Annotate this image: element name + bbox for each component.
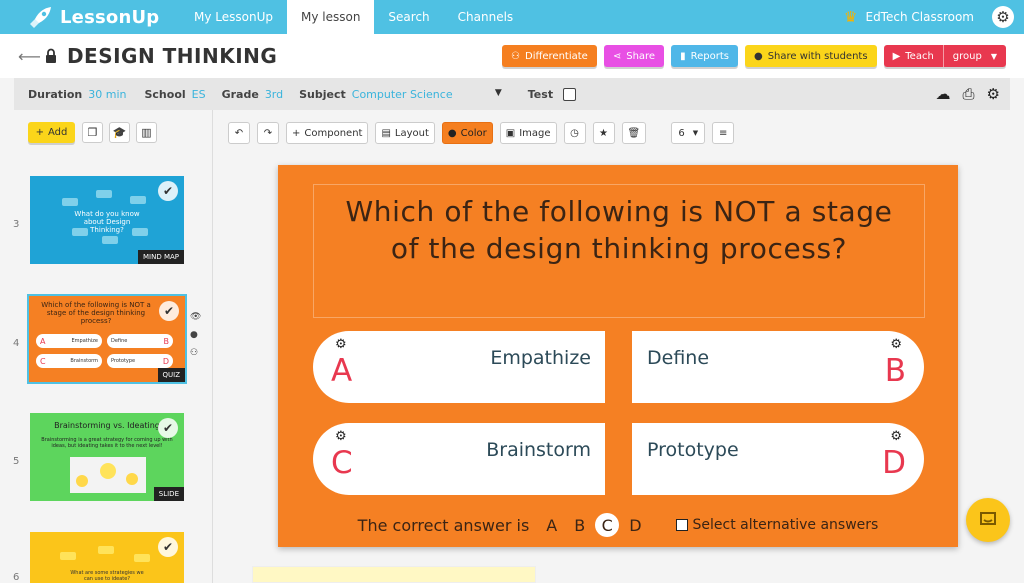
answer-option-a[interactable]: ⚙ A Empathize xyxy=(313,331,605,403)
graduation-cap-icon[interactable]: 🎓 xyxy=(109,122,130,143)
share-icon: ⋖ xyxy=(612,50,622,62)
correct-option-c-selected[interactable]: C xyxy=(595,513,620,537)
alternative-answers-label: Select alternative answers xyxy=(692,517,879,533)
settings-gear-icon[interactable]: ⚙ xyxy=(992,6,1014,28)
color-button[interactable]: ● Color xyxy=(441,122,493,144)
plus-icon: + xyxy=(35,127,44,138)
correct-answer-row: The correct answer is A B C D Select alt… xyxy=(278,513,958,537)
duplicate-icon[interactable]: ❐ xyxy=(82,122,103,143)
correct-answer-label: The correct answer is xyxy=(357,515,530,535)
slide-thumbnail-5[interactable]: Brainstorming vs. Ideating Brainstorming… xyxy=(30,413,184,501)
teach-button[interactable]: ▶ Teach xyxy=(883,45,943,67)
caret-down-icon: ▼ xyxy=(692,129,699,137)
duration-value[interactable]: 30 min xyxy=(88,88,126,101)
checkmark-icon[interactable]: ✔ xyxy=(158,181,178,201)
slide-thumbnail-6[interactable]: What are some strategies we can use to i… xyxy=(30,532,184,583)
checkmark-icon[interactable]: ✔ xyxy=(158,537,178,557)
subject-select[interactable]: Computer Science ▼ xyxy=(352,88,502,101)
sticky-note[interactable] xyxy=(252,566,536,583)
lesson-meta-bar: Duration 30 min School ES Grade 3rd Subj… xyxy=(14,78,1010,110)
lightbulb-image xyxy=(70,457,146,493)
share-with-students-button[interactable]: ● Share with students xyxy=(744,45,877,67)
sidebar-layout-icon[interactable]: ▥ xyxy=(136,122,157,143)
star-icon[interactable]: ★ xyxy=(592,122,615,144)
account-name[interactable]: EdTech Classroom xyxy=(865,10,974,24)
add-slide-button[interactable]: + Add xyxy=(28,122,75,143)
image-button[interactable]: ▣ Image xyxy=(499,122,557,144)
layout-icon: ▤ xyxy=(381,127,391,139)
differentiate-button[interactable]: ⚇ Differentiate xyxy=(502,45,597,67)
chat-button[interactable] xyxy=(966,498,1010,542)
slide-list-panel: + Add ❐ 🎓 ▥ 3 What do you know about Des… xyxy=(0,110,213,583)
slide-type-tag: SLIDE xyxy=(153,487,184,501)
differentiate-icon: ⚇ xyxy=(511,50,521,62)
correct-option-d[interactable]: D xyxy=(629,516,641,535)
question-text[interactable]: Which of the following is NOT a stage of… xyxy=(314,193,924,267)
correct-option-a[interactable]: A xyxy=(546,516,557,535)
chat-icon xyxy=(980,512,996,525)
crown-icon: ♛ xyxy=(844,8,858,26)
answer-option-c[interactable]: ⚙ C Brainstorm xyxy=(313,423,605,495)
answer-option-d[interactable]: ⚙ D Prototype xyxy=(632,423,924,495)
answer-option-b[interactable]: ⚙ B Define xyxy=(632,331,924,403)
question-text-box[interactable]: Which of the following is NOT a stage of… xyxy=(313,184,925,318)
grade-value[interactable]: 3rd xyxy=(265,88,283,101)
print-icon[interactable]: ⎙ xyxy=(963,85,975,103)
layout-button[interactable]: ▤ Layout xyxy=(375,122,435,144)
undo-icon[interactable]: ↶ xyxy=(228,122,250,144)
teach-split-button: ▶ Teach group ▼ xyxy=(883,45,1006,67)
gear-icon[interactable]: ⚙ xyxy=(890,429,902,444)
nav-tab-search[interactable]: Search xyxy=(374,0,443,34)
test-checkbox[interactable] xyxy=(563,87,577,101)
alternative-answers-checkbox[interactable] xyxy=(675,519,688,531)
correct-option-b[interactable]: B xyxy=(574,516,585,535)
settings-gear-icon[interactable]: ⚙ xyxy=(987,85,1000,103)
cloud-upload-icon[interactable]: ☁ xyxy=(936,85,951,103)
align-text-icon[interactable]: ≡ xyxy=(712,122,735,144)
caret-down-icon: ▼ xyxy=(990,51,997,61)
slide-canvas: Which of the following is NOT a stage of… xyxy=(278,165,958,547)
group-dropdown[interactable]: group ▼ xyxy=(942,45,1006,67)
reports-button[interactable]: ▮ Reports xyxy=(671,45,738,67)
hierarchy-icon[interactable]: ⚇ xyxy=(190,348,201,358)
slide-type-tag: MIND MAP xyxy=(137,250,184,264)
slide-type-tag: QUIZ xyxy=(157,368,185,382)
add-component-button[interactable]: + Component xyxy=(286,122,369,144)
editor-toolbar: ↶ ↷ + Component ▤ Layout ● Color ▣ Image… xyxy=(228,122,735,144)
bar-chart-icon: ▮ xyxy=(680,50,686,62)
user-icon[interactable]: ● xyxy=(190,330,201,340)
clock-icon[interactable]: ◷ xyxy=(563,122,586,144)
gear-icon[interactable]: ⚙ xyxy=(890,337,902,352)
title-bar: ⟵ DESIGN THINKING ⚇ Differentiate ⋖ Shar… xyxy=(0,34,1024,78)
nav-tab-my-lessonup[interactable]: My LessonUp xyxy=(180,0,287,34)
brand-name: LessonUp xyxy=(60,6,160,28)
drop-icon: ● xyxy=(447,127,457,139)
nav-tab-my-lesson[interactable]: My lesson xyxy=(286,0,375,34)
top-navigation: LessonUp My LessonUp My lesson Search Ch… xyxy=(0,0,1024,34)
gear-icon[interactable]: ⚙ xyxy=(335,429,347,444)
trash-icon[interactable]: 🗑 xyxy=(621,122,647,144)
eye-icon[interactable]: 👁 xyxy=(190,312,201,322)
plus-icon: + xyxy=(292,127,301,139)
gear-icon[interactable]: ⚙ xyxy=(335,337,347,352)
checkmark-icon[interactable]: ✔ xyxy=(159,301,179,321)
checkmark-icon[interactable]: ✔ xyxy=(158,418,178,438)
caret-down-icon: ▼ xyxy=(494,87,502,98)
slide-thumbnail-3[interactable]: What do you know about Design Thinking? … xyxy=(30,176,184,264)
school-value[interactable]: ES xyxy=(192,88,206,101)
nav-tab-channels[interactable]: Channels xyxy=(444,0,528,34)
brand[interactable]: LessonUp xyxy=(0,6,180,28)
lesson-title[interactable]: DESIGN THINKING xyxy=(67,44,277,68)
arrow-left-icon[interactable]: ⟵ xyxy=(18,47,41,66)
share-button[interactable]: ⋖ Share xyxy=(603,45,665,67)
image-icon: ▣ xyxy=(505,127,516,139)
rocket-icon xyxy=(30,7,51,28)
font-size-select[interactable]: 6 ▼ xyxy=(671,122,706,144)
play-icon: ▶ xyxy=(892,50,901,62)
slide-thumbnail-4[interactable]: Which of the following is NOT a stage of… xyxy=(27,294,187,384)
redo-icon[interactable]: ↷ xyxy=(257,122,279,144)
user-icon: ● xyxy=(753,50,763,62)
lock-icon xyxy=(45,48,56,63)
